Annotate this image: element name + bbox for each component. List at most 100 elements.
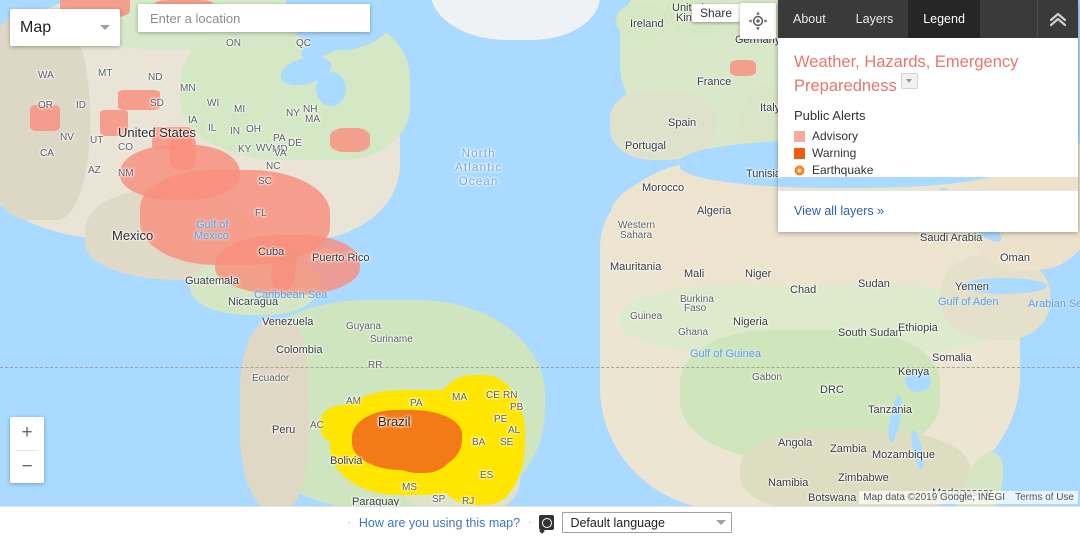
map-label-country: France [697,76,732,88]
language-select[interactable]: Default language [562,512,733,533]
map-label-country: Mali [684,268,705,280]
map-label-state: SD [150,98,164,109]
feedback-link[interactable]: How are you using this map? [359,516,520,530]
map-label-state: WI [207,98,220,109]
map-label-country: South Sudan [838,327,902,339]
legend-body: Weather, Hazards, Emergency Preparedness… [778,38,1078,177]
separator-dot-right: · [528,517,532,528]
map-label-state: IA [188,115,198,126]
map-label-state: PA [410,398,423,409]
tab-about[interactable]: About [778,0,841,38]
legend-item-advisory: Advisory [794,129,1062,143]
map-label-state: MT [98,68,113,79]
map-label-state: NC [266,161,281,172]
zoom-controls[interactable]: + − [10,417,44,483]
map-data-credit: Map data ©2019 Google, INEGI [863,492,1006,503]
map-label-country: Mexico [112,228,154,243]
advisory-overlay[interactable] [730,60,756,76]
map-label-state: ES [480,470,494,481]
warning-overlay-orange[interactable] [392,425,452,473]
map-label-state: AL [508,425,521,436]
great-lakes-lower [316,72,346,106]
map-label-state: CE [486,390,500,401]
map-label-state: NV [60,132,74,143]
zoom-out-button[interactable]: − [10,451,44,484]
advisory-overlay[interactable] [330,128,370,152]
map-label-state: BA [472,437,486,448]
map-label-state: NY [286,108,300,119]
warning-swatch-icon [794,147,805,159]
legend-label: Advisory [812,129,859,143]
map-label-country: Morocco [642,182,685,194]
tab-legend[interactable]: Legend [908,0,980,38]
map-application: United States Mexico Guatemala Nicaragua Cub… [0,0,1080,538]
map-label-ocean: North Atlantic Ocean [455,148,503,188]
collapse-panel-button[interactable] [1037,0,1078,38]
zoom-in-button[interactable]: + [10,417,44,450]
map-label-country: Ethiopia [898,322,938,334]
legend-item-warning: Warning [794,146,1062,160]
chevron-down-icon [716,520,727,525]
map-label-country: Puerto Rico [312,252,370,264]
map-label-state: SE [500,437,514,448]
map-label-country: Zimbabwe [838,472,889,484]
map-label-state: MA [452,392,467,403]
map-label-state: WV [256,143,273,154]
map-label-country: Nigeria [733,316,768,328]
map-label-state: OH [246,124,261,135]
map-label-state: ON [226,38,241,49]
map-label-state: SC [258,176,272,187]
map-label-state: MI [234,104,246,115]
map-label-state: MA [305,114,320,125]
map-label-country: Niger [745,268,772,280]
map-label-state: AM [346,396,361,407]
map-label-country: Guatemala [185,275,239,287]
map-label-country: United States [118,125,197,140]
map-label-country: Chad [790,284,817,296]
search-input[interactable]: Enter a location [138,4,370,32]
map-label-country: Kenya [898,366,930,378]
map-label-country: Paraguay [352,496,400,506]
bottom-bar: · How are you using this map? · Default … [0,506,1080,538]
map-label-country: Ghana [678,327,709,338]
view-all-layers-link[interactable]: View all layers » [794,204,884,218]
chevron-down-icon [100,25,110,30]
map-label-state: RR [368,360,383,371]
map-label-state: ND [148,72,163,83]
compass-control[interactable] [740,3,776,39]
map-label-state: CA [40,148,54,159]
map-label-country: Mozambique [872,449,935,461]
layer-options-dropdown[interactable] [900,73,918,89]
map-label-state: RN [503,390,518,401]
map-label-country: Angola [778,437,813,449]
map-label-state: AC [310,420,324,431]
map-label-country: Portugal [625,140,666,152]
terms-of-use-link[interactable]: Terms of Use [1015,492,1074,503]
compass-icon [748,11,768,31]
map-label-country: Brazil [378,414,411,429]
map-label-country: Ecuador [252,373,290,384]
map-label-state: MN [180,83,196,94]
map-label-state: IN [230,126,240,137]
search-placeholder: Enter a location [150,10,241,26]
panel-tab-bar: About Layers Legend [778,0,1078,38]
tab-spacer [980,0,1037,38]
map-label-country: Yemen [955,281,989,293]
map-label-state: NM [118,168,134,179]
map-label-water: Caribbean Sea [254,289,328,301]
translate-icon [539,515,555,530]
share-button[interactable]: Share [692,4,741,22]
map-type-dropdown[interactable]: Map [10,9,120,46]
map-label-state: AZ [88,165,101,176]
tab-layers[interactable]: Layers [841,0,909,38]
map-label-state: RJ [462,496,475,506]
map-label-country: Peru [272,424,296,436]
legend-label: Earthquake [812,163,874,177]
map-label-water: Arabian Sea [1028,298,1080,310]
advisory-swatch-icon [794,130,805,142]
map-label-country: Venezuela [262,316,314,328]
chevron-double-up-icon [1049,12,1067,27]
map-label-state: IL [208,123,217,134]
map-label-state: FL [255,208,267,219]
layer-title-row: Weather, Hazards, Emergency Preparedness [794,52,1062,97]
